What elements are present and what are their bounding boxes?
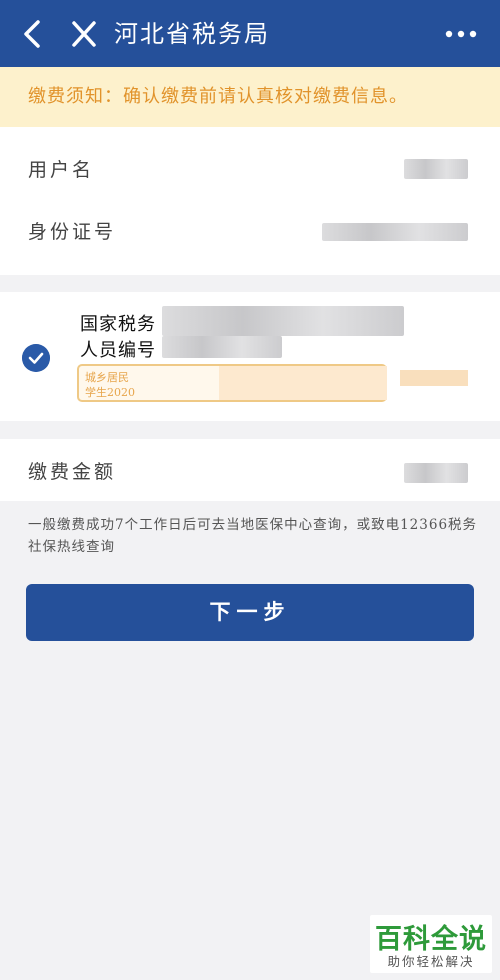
more-options-icon[interactable] [444, 26, 478, 42]
insured-person-card[interactable]: 国家税务 人员编号 城乡居民 学生2020 [0, 292, 500, 421]
page-title: 河北省税务局 [114, 20, 270, 48]
watermark-sub-text: 助你轻松解决 [387, 954, 475, 969]
person-number-blurred [162, 336, 282, 358]
person-number-text: 人员编号 [80, 340, 156, 361]
tag-extra-blurred [400, 370, 468, 386]
tag-info-blurred [219, 366, 387, 400]
back-arrow-icon[interactable] [18, 17, 48, 51]
tag-category-text: 城乡居民 [85, 371, 129, 384]
user-info-card: 用户名 身份证号 [0, 127, 500, 275]
insurance-type-tag: 城乡居民 学生2020 [77, 364, 387, 402]
id-number-value-blurred [322, 223, 468, 241]
close-icon[interactable] [70, 19, 98, 49]
payment-amount-label: 缴费金额 [28, 461, 117, 483]
next-step-button[interactable]: 下一步 [26, 584, 474, 641]
person-info-blurred [162, 306, 404, 336]
username-label: 用户名 [28, 159, 95, 181]
username-value-blurred [404, 159, 468, 179]
tax-authority-text: 国家税务 [80, 314, 156, 335]
tag-student-text: 学生2020 [85, 386, 135, 399]
query-hint-text: 一般缴费成功7个工作日后可去当地医保中心查询，或致电12366税务社保热线查询 [28, 517, 478, 555]
selected-check-icon[interactable] [22, 344, 50, 372]
id-number-label: 身份证号 [28, 221, 117, 243]
payment-notice-banner: 缴费须知：确认缴费前请认真核对缴费信息。 [0, 67, 500, 127]
top-bar: 河北省税务局 [0, 0, 500, 67]
payment-amount-blurred [404, 463, 468, 483]
watermark-logo: 百科全说 助你轻松解决 [370, 915, 492, 973]
payment-amount-card: 缴费金额 [0, 439, 500, 501]
